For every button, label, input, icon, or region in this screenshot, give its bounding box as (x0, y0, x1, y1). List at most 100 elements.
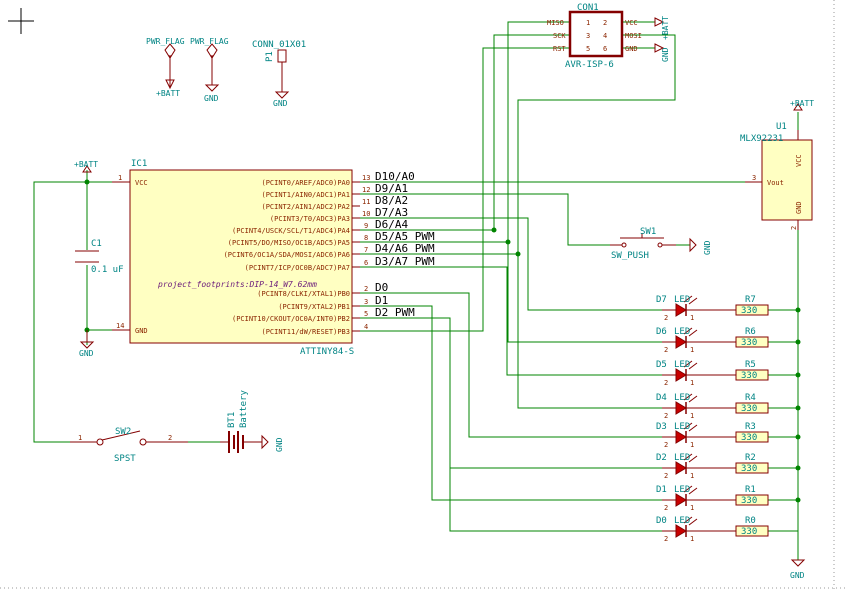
c1-capacitor[interactable]: C1 0.1 uF (75, 239, 124, 275)
con1-batt-symbol[interactable]: +BATT (654, 16, 670, 40)
led-pin-num: 1 (690, 412, 694, 420)
u1-pin-num: 2 (790, 226, 798, 230)
c1-ref: C1 (91, 239, 102, 249)
ic1-value: ATTINY84-S (300, 347, 354, 357)
led-value: LED (674, 360, 690, 370)
led-ref: D1 (656, 485, 667, 495)
led-ref: D4 (656, 393, 667, 403)
led-row[interactable]: D2 LED 2 1 R2330 (656, 453, 769, 480)
ic1-pin-name: GND (135, 327, 148, 335)
pwr-flag-batt-label: +BATT (156, 89, 180, 98)
gnd-symbol-battery[interactable]: GND (261, 434, 284, 452)
resistor-ref: R5 (745, 360, 756, 370)
led-ref: D5 (656, 360, 667, 370)
sw1-push[interactable]: SW1 SW_PUSH (610, 227, 676, 261)
sw2-ref: SW2 (115, 427, 131, 437)
ic1-pin-name: (PCINT5/DO/MISO/OC1B/ADC5)PA5 (228, 239, 350, 247)
gnd-symbol-sw1[interactable]: GND (689, 237, 712, 255)
con1-pin-name: VCC (625, 19, 638, 27)
led-pin-num: 2 (664, 412, 668, 420)
con1-pin-num: 1 (586, 19, 590, 27)
ic1-pin-num: 2 (364, 285, 368, 293)
led-triangle (675, 368, 687, 382)
u1-pin-name: Vout (767, 179, 784, 187)
pwr-flag-batt[interactable]: PWR_FLAG +BATT (146, 37, 185, 98)
led-row[interactable]: D7 LED 2 1 R7330 (656, 295, 769, 322)
led-triangle (675, 303, 687, 317)
ic1-pin-num: 5 (364, 310, 368, 318)
batt-symbol-sensor[interactable]: +BATT (790, 99, 814, 111)
led-pin-num: 1 (690, 472, 694, 480)
batt-symbol-ic[interactable]: +BATT (74, 160, 98, 173)
led-pin-num: 2 (664, 472, 668, 480)
net-label[interactable]: D4/A6 PWM (375, 242, 435, 255)
con1-gnd-label: GND (661, 47, 670, 62)
ground-rail-stubs (768, 309, 798, 532)
batt-label: +BATT (790, 99, 814, 108)
p1-gnd-label: GND (273, 99, 288, 108)
resistor-value: 330 (741, 371, 757, 381)
led-value: LED (674, 516, 690, 526)
led-row[interactable]: D0 LED 2 1 R0330 (656, 516, 769, 543)
ic1-pin-num: 3 (364, 298, 368, 306)
con1-pin-num: 6 (603, 45, 607, 53)
net-label[interactable]: D0 (375, 281, 388, 294)
net-labels: D10/A0 D9/A1 D8/A2 D7/A3 D6/A4 D5/A5 PWM… (375, 170, 435, 319)
resistor-value: 330 (741, 338, 757, 348)
sw2-spst[interactable]: SW2 SPST 1 2 (70, 427, 188, 464)
c1-value: 0.1 uF (91, 265, 124, 275)
schematic-canvas[interactable]: IC1 ATTINY84-S project_footprints:DIP-14… (0, 0, 846, 591)
resistor-value: 330 (741, 464, 757, 474)
led-pin-num: 2 (664, 346, 668, 354)
ic1-pin-name: (PCINT8/CLKI/XTAL1)PB0 (257, 290, 350, 298)
p1-connector[interactable]: CONN_01X01 P1 GND (252, 40, 306, 108)
led-triangle (675, 430, 687, 444)
gnd-label: GND (275, 437, 284, 452)
ic1-pin-name: (PCINT2/AIN1/ADC2)PA2 (261, 203, 350, 211)
u1-mlx92231[interactable]: U1 MLX92231 Vout VCC GND 3 2 (740, 122, 813, 230)
led-triangle (675, 524, 687, 538)
p1-ref: P1 (265, 51, 275, 62)
ic1-pin-num: 13 (362, 174, 370, 182)
net-label[interactable]: D2 PWM (375, 306, 415, 319)
con1-avr-isp[interactable]: CON1 AVR-ISP-6 MISO SCK RST VCC MOSI GND… (547, 3, 642, 70)
ic1-attiny84[interactable]: IC1 ATTINY84-S project_footprints:DIP-14… (112, 159, 370, 357)
led-row[interactable]: D5 LED 2 1 R5330 (656, 360, 769, 387)
pwr-flag-gnd-label: GND (204, 94, 219, 103)
led-triangle (675, 401, 687, 415)
led-pin-num: 2 (664, 535, 668, 543)
resistor-value: 330 (741, 433, 757, 443)
gnd-label: GND (79, 349, 94, 358)
resistor-value: 330 (741, 306, 757, 316)
gnd-symbol-sensor[interactable]: GND (790, 559, 806, 580)
con1-pin-num: 3 (586, 32, 590, 40)
u1-pin-name: VCC (795, 154, 803, 167)
led-row[interactable]: D4 LED 2 1 R4330 (656, 393, 769, 420)
led-row[interactable]: D6 LED 2 1 R6330 (656, 327, 769, 354)
ic1-pin-num: 7 (364, 246, 368, 254)
ic1-pin-num: 1 (118, 174, 122, 182)
gnd-symbol-ic[interactable]: GND (79, 330, 95, 358)
net-label[interactable]: D3/A7 PWM (375, 255, 435, 268)
led-row[interactable]: D3 LED 2 1 R3330 (656, 422, 769, 449)
ic1-pin-name: (PCINT6/OC1A/SDA/MOSI/ADC6)PA6 (224, 251, 350, 259)
led-value: LED (674, 295, 690, 305)
led-pin-num: 2 (664, 379, 668, 387)
con1-pin-num: 5 (586, 45, 590, 53)
u1-ref: U1 (776, 122, 787, 132)
gnd-label: GND (703, 240, 712, 255)
led-row[interactable]: D1 LED 2 1 R1330 (656, 485, 769, 512)
led-pin-num: 1 (690, 441, 694, 449)
resistor-value: 330 (741, 527, 757, 537)
con1-gnd-symbol[interactable]: GND (654, 43, 670, 62)
bt1-battery[interactable]: +BATT BT1 Battery (220, 389, 262, 453)
resistor-ref: R2 (745, 453, 756, 463)
led-ref: D7 (656, 295, 667, 305)
led-value: LED (674, 485, 690, 495)
pwr-flag-gnd[interactable]: PWR_FLAG GND (190, 37, 229, 103)
led-ref: D3 (656, 422, 667, 432)
led-pin-num: 1 (690, 346, 694, 354)
con1-pin-num: 4 (603, 32, 607, 40)
con1-pin-name: RST (553, 45, 566, 53)
led-pin-num: 1 (690, 535, 694, 543)
